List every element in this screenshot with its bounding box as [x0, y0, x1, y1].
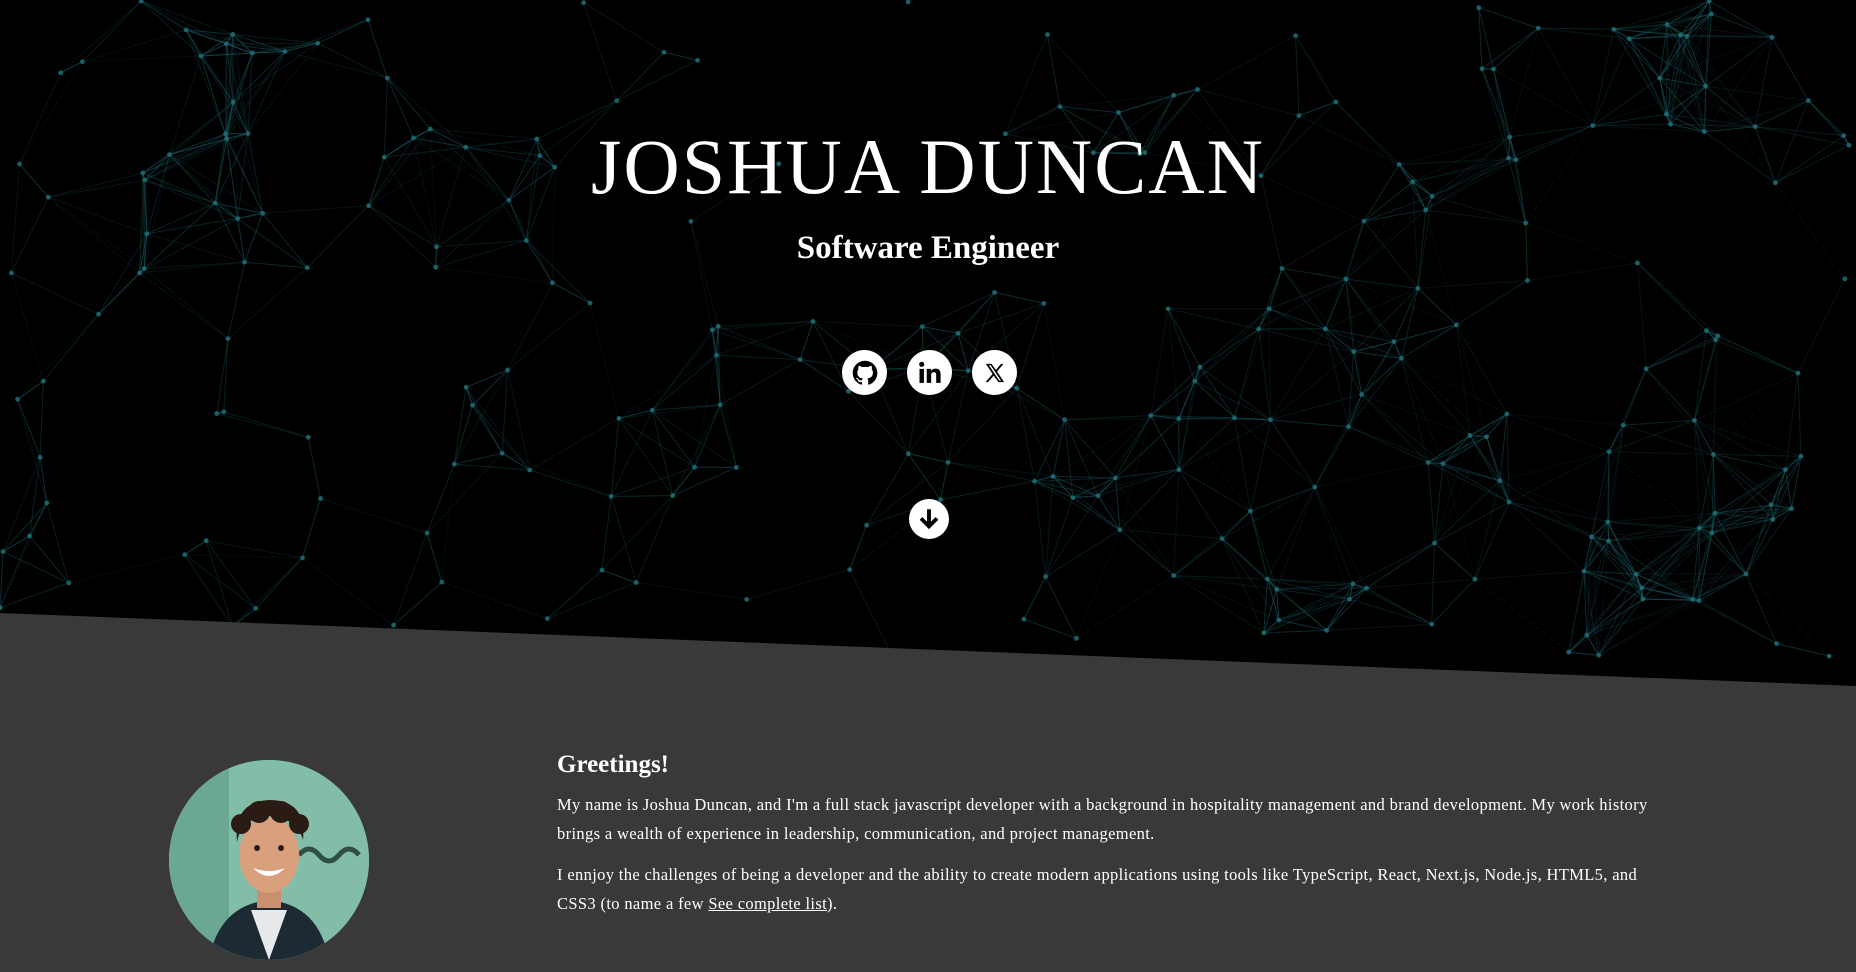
x-icon: [985, 363, 1004, 382]
about-paragraph-2-end: ).: [827, 894, 838, 913]
page: JOSHUA DUNCAN Software Engineer Greeting…: [0, 0, 1856, 972]
github-icon: [852, 360, 877, 385]
social-links: [842, 350, 1017, 395]
about-paragraph-1: My name is Joshua Duncan, and I'm a full…: [557, 795, 1648, 843]
x-button[interactable]: [972, 350, 1017, 395]
hero-name: JOSHUA DUNCAN: [591, 123, 1265, 210]
hero-role: Software Engineer: [796, 230, 1060, 266]
about-heading: Greetings!: [557, 751, 670, 778]
about-section: Greetings! My name is Joshua Duncan, and…: [0, 690, 1856, 972]
linkedin-icon: [918, 361, 941, 383]
hero-section: JOSHUA DUNCAN Software Engineer: [0, 0, 1856, 620]
linkedin-button[interactable]: [907, 350, 952, 395]
profile-photo: [169, 760, 369, 960]
see-complete-list-link[interactable]: See complete list: [708, 894, 827, 913]
profile-portrait-image: [169, 760, 369, 960]
about-text: Greetings! My name is Joshua Duncan, and…: [557, 750, 1677, 930]
about-paragraph-2: I ennjoy the challenges of being a devel…: [557, 860, 1677, 918]
github-button[interactable]: [842, 350, 887, 395]
scroll-down-button[interactable]: [909, 499, 949, 539]
arrow-down-icon: [919, 509, 939, 530]
